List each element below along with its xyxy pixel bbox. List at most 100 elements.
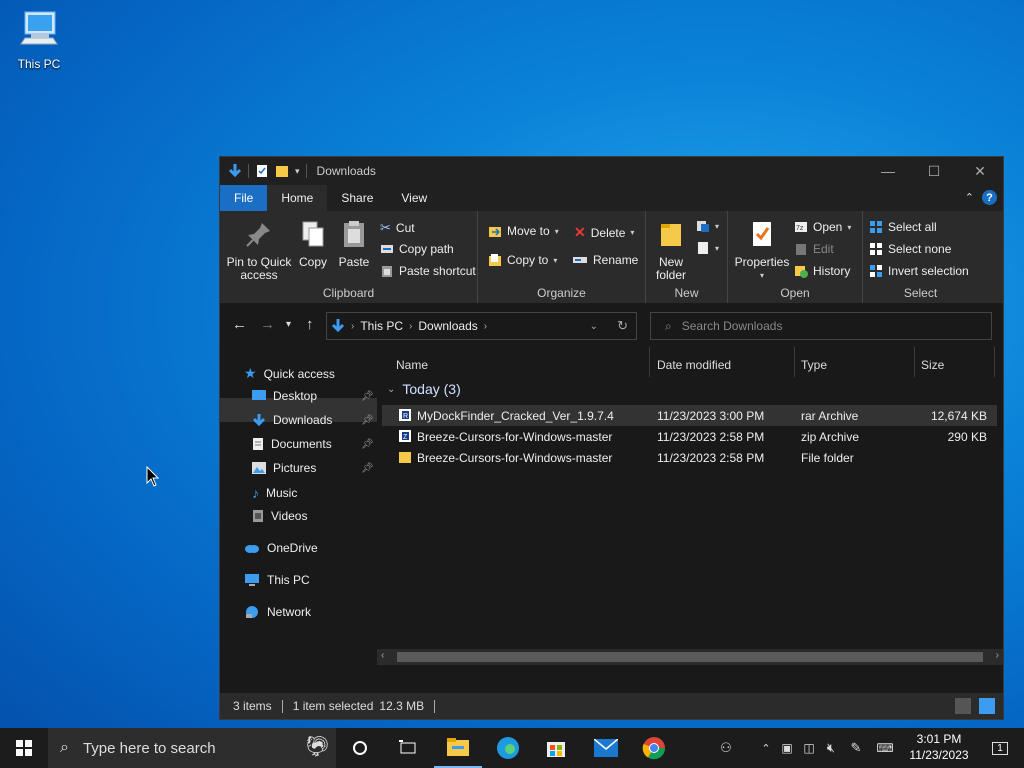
file-date-modified: 11/23/2023 3:00 PM [657,408,765,423]
tab-file[interactable]: File [220,185,268,211]
forward-arrow-icon[interactable]: → [260,316,275,333]
refresh-icon[interactable]: ↻ [617,318,628,334]
nav-item-videos[interactable]: Videos [252,509,307,523]
nav-item-quick-access[interactable]: ★ Quick access [244,365,335,382]
tab-home[interactable]: Home [267,185,328,211]
nav-item-downloads[interactable]: Downloads [252,413,332,427]
details-view-icon[interactable] [955,698,971,714]
address-bar[interactable]: › This PC › Downloads › ⌄ ↻ [326,312,637,340]
file-name: Breeze-Cursors-for-Windows-master [417,429,613,444]
history-button[interactable]: History [794,264,850,278]
new-item-button[interactable]: ▾ [696,219,719,233]
chrome-icon [642,737,666,760]
new-folder-qat-icon[interactable] [275,164,289,178]
people-icon[interactable]: ⚇ [714,740,738,756]
keyboard-icon[interactable]: ⌨ [870,741,900,755]
start-button[interactable] [0,728,48,768]
column-header-size[interactable]: Size [921,358,944,372]
column-divider[interactable] [649,347,650,377]
delete-button[interactable]: ✕ Delete ▾ [574,224,634,241]
column-header-type[interactable]: Type [801,358,827,372]
store-icon [547,742,565,757]
task-view-button[interactable] [384,728,432,768]
recent-locations-chevron-icon[interactable]: ▾ [286,319,291,330]
copy-button[interactable]: Copy [296,219,330,269]
scroll-right-icon[interactable]: › [996,650,999,661]
address-dropdown-icon[interactable]: ⌄ [590,321,598,332]
taskbar-edge[interactable] [484,728,532,768]
nav-item-this-pc[interactable]: This PC [244,573,310,587]
nav-item-network[interactable]: Network [244,605,311,619]
properties-qat-icon[interactable] [255,164,269,178]
close-button[interactable]: ✕ [957,157,1003,185]
copy-path-icon [381,245,393,253]
table-row[interactable]: Breeze-Cursors-for-Windows-master 11/23/2… [382,447,997,468]
taskbar-store[interactable] [532,728,580,768]
file-name: MyDockFinder_Cracked_Ver_1.9.7.4 [417,408,614,423]
nav-item-pictures[interactable]: Pictures [252,461,316,475]
breadcrumb-downloads[interactable]: Downloads [418,319,477,333]
ethernet-icon[interactable]: ◫ [798,741,820,755]
window-title: Downloads [316,164,376,178]
taskbar-chrome[interactable] [630,728,678,768]
maximize-button[interactable]: ☐ [911,157,957,185]
nav-item-onedrive[interactable]: OneDrive [244,541,318,555]
large-icons-view-icon[interactable] [979,698,995,714]
pin-to-quick-access-button[interactable]: Pin to Quick access [224,219,294,282]
volume-muted-icon[interactable]: 🔇︎ [820,740,842,756]
move-to-button[interactable]: Move to ▾ [488,224,559,238]
tab-share[interactable]: Share [327,185,387,211]
nav-item-desktop[interactable]: Desktop [252,389,317,403]
clock[interactable]: 3:01 PM 11/23/2023 [900,731,978,763]
open-button[interactable]: 7z Open ▾ [794,220,851,234]
taskbar-file-explorer[interactable] [434,728,482,768]
select-all-button[interactable]: Select all [869,220,937,234]
group-header-today[interactable]: ⌄ Today (3) [387,381,461,397]
table-row[interactable]: R MyDockFinder_Cracked_Ver_1.9.7.4 11/23/2… [382,405,997,426]
desktop-icon-this-pc[interactable]: This PC [12,8,66,71]
nav-item-documents[interactable]: Documents [252,437,332,451]
scroll-left-icon[interactable]: ‹ [381,650,384,661]
select-group-label: Select [903,286,938,300]
search-input[interactable]: ⌕ Search Downloads [650,312,992,340]
cut-button[interactable]: ✂ Cut [380,220,415,236]
downloads-folder-icon [331,319,345,333]
scrollbar-thumb[interactable] [397,652,983,662]
new-folder-button[interactable]: New folder [652,219,690,282]
properties-button[interactable]: Properties ▾ [734,219,790,282]
horizontal-scrollbar[interactable]: ‹ › [377,649,1003,665]
select-none-button[interactable]: Select none [869,242,951,256]
column-divider[interactable] [794,347,795,377]
column-divider[interactable] [914,347,915,377]
easy-access-button[interactable]: ▾ [696,241,719,255]
invert-selection-button[interactable]: Invert selection [869,264,969,278]
taskbar-search-input[interactable]: ⌕ Type here to search 🦃︎ [48,728,336,768]
edit-button[interactable]: Edit [794,242,834,256]
paste-button[interactable]: Paste [336,219,372,269]
title-bar: ▾ Downloads — ☐ ✕ [220,157,1003,185]
copy-to-button[interactable]: Copy to ▾ [488,253,557,267]
help-icon[interactable]: ? [982,190,997,205]
collapse-chevron-icon: ⌄ [387,383,396,395]
network-status-icon[interactable]: ▣ [776,741,798,755]
column-header-name[interactable]: Name [396,358,428,372]
column-header-date[interactable]: Date modified [657,358,731,372]
tab-view[interactable]: View [387,185,441,211]
show-hidden-icons-chevron-icon[interactable]: ⌃ [756,742,776,755]
paste-shortcut-button[interactable]: Paste shortcut [380,264,476,278]
copy-path-button[interactable]: Copy path [380,242,454,256]
taskbar-mail[interactable] [582,728,630,768]
notification-center-button[interactable]: 1 [976,728,1024,768]
table-row[interactable]: Z Breeze-Cursors-for-Windows-master 11/23/… [382,426,997,447]
qat-dropdown-icon[interactable]: ▾ [295,166,300,177]
collapse-ribbon-icon[interactable]: ⌃ [965,191,974,204]
back-arrow-icon[interactable]: ← [232,316,247,333]
breadcrumb-this-pc[interactable]: This PC [360,319,403,333]
minimize-button[interactable]: — [865,157,911,185]
nav-item-music[interactable]: ♪ Music [252,485,297,501]
rename-button[interactable]: Rename [572,253,638,267]
pen-icon[interactable]: ✎ [842,740,870,756]
cortana-button[interactable] [336,728,384,768]
column-divider[interactable] [994,347,995,377]
up-arrow-icon[interactable]: ↑ [306,316,314,333]
